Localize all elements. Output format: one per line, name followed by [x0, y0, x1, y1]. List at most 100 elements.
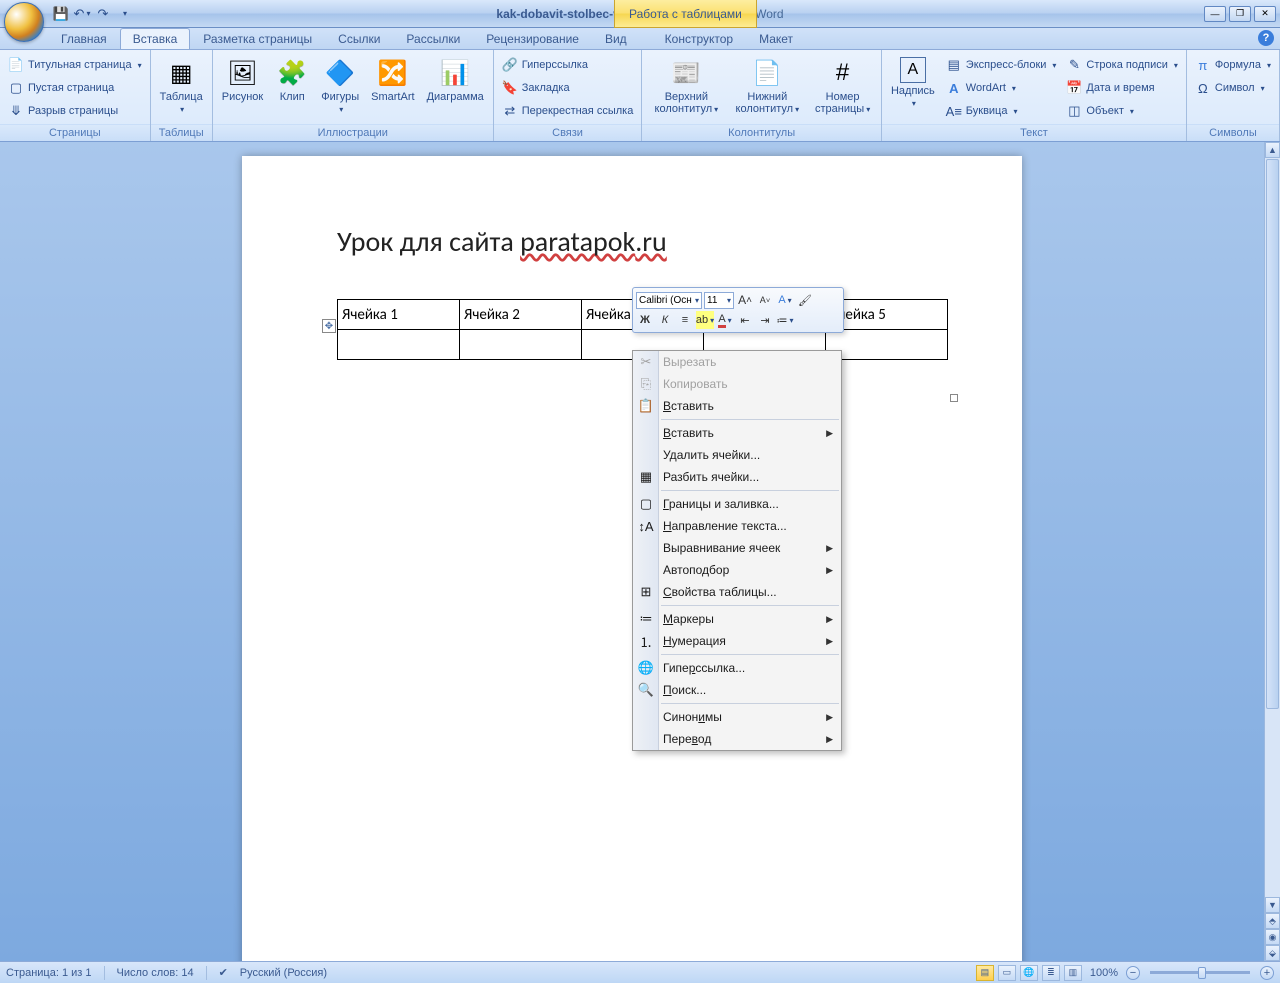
ctx-lookup[interactable]: 🔍Поиск...: [633, 679, 841, 701]
tab-table-design[interactable]: Конструктор: [652, 28, 746, 49]
page-break-button[interactable]: ⤋Разрыв страницы: [4, 100, 146, 122]
vertical-scrollbar[interactable]: ▲ ▼ ⬘ ◉ ⬙: [1264, 142, 1280, 961]
save-icon[interactable]: 💾: [52, 5, 70, 23]
qat-dropdown-icon[interactable]: ▾: [115, 5, 133, 23]
ctx-bullets[interactable]: ≔Маркеры▶: [633, 608, 841, 630]
signature-line-button[interactable]: ✎Строка подписи▾: [1062, 54, 1181, 76]
zoom-in-icon[interactable]: +: [1260, 966, 1274, 980]
ctx-autofit[interactable]: Автоподбор▶: [633, 559, 841, 581]
zoom-slider[interactable]: [1150, 971, 1250, 974]
full-screen-view-icon[interactable]: ▭: [998, 965, 1016, 981]
mini-font-combo[interactable]: Calibri (Осн▾: [636, 292, 702, 309]
status-word-count[interactable]: Число слов: 14: [117, 967, 194, 979]
browse-object-icon[interactable]: ◉: [1265, 929, 1280, 945]
object-button[interactable]: ◫Объект▾: [1062, 100, 1181, 122]
table-cell[interactable]: Ячейка 2: [460, 300, 582, 330]
tab-mailings[interactable]: Рассылки: [393, 28, 473, 49]
styles-icon[interactable]: A▾: [776, 291, 794, 309]
italic-icon[interactable]: К: [656, 311, 674, 329]
hyperlink-button[interactable]: 🔗Гиперссылка: [498, 54, 638, 76]
table-resize-handle-icon[interactable]: [950, 394, 958, 402]
cross-reference-button[interactable]: ⇄Перекрестная ссылка: [498, 100, 638, 122]
bullets-icon[interactable]: ≔▾: [776, 311, 794, 329]
textbox-button[interactable]: AНадпись▾: [886, 54, 940, 113]
tab-table-layout[interactable]: Макет: [746, 28, 806, 49]
equation-button[interactable]: πФормула▾: [1191, 54, 1275, 76]
ctx-paste[interactable]: 📋Вставить: [633, 395, 841, 417]
table-cell[interactable]: Ячейка 1: [338, 300, 460, 330]
zoom-slider-thumb[interactable]: [1198, 967, 1206, 979]
undo-icon[interactable]: ↶▾: [73, 5, 91, 23]
table-move-handle-icon[interactable]: ✥: [322, 319, 336, 333]
scroll-up-icon[interactable]: ▲: [1265, 142, 1280, 158]
increase-indent-icon[interactable]: ⇥: [756, 311, 774, 329]
ctx-synonyms[interactable]: Синонимы▶: [633, 706, 841, 728]
tab-home[interactable]: Главная: [48, 28, 120, 49]
mini-size-combo[interactable]: 11▾: [704, 292, 734, 309]
decrease-indent-icon[interactable]: ⇤: [736, 311, 754, 329]
picture-button[interactable]: 🖼Рисунок: [217, 54, 269, 106]
tab-references[interactable]: Ссылки: [325, 28, 393, 49]
bookmark-button[interactable]: 🔖Закладка: [498, 77, 638, 99]
ctx-table-properties[interactable]: ⊞Свойства таблицы...: [633, 581, 841, 603]
table-cell[interactable]: [826, 330, 948, 360]
grow-font-icon[interactable]: A˄: [736, 291, 754, 309]
clipart-button[interactable]: 🧩Клип: [270, 54, 314, 106]
office-button[interactable]: [4, 2, 44, 42]
page-number-button[interactable]: #Номер страницы▾: [808, 54, 877, 119]
bold-icon[interactable]: Ж: [636, 311, 654, 329]
format-painter-icon[interactable]: 🖌: [796, 291, 814, 309]
ctx-borders-shading[interactable]: ▢Границы и заливка...: [633, 493, 841, 515]
document-page[interactable]: Урок для сайта paratapok.ru ✥ Ячейка 1 Я…: [242, 156, 1022, 961]
symbol-button[interactable]: ΩСимвол▾: [1191, 77, 1275, 99]
shrink-font-icon[interactable]: A˅: [756, 291, 774, 309]
tab-insert[interactable]: Вставка: [120, 28, 191, 49]
blank-page-button[interactable]: ▢Пустая страница: [4, 77, 146, 99]
draft-view-icon[interactable]: ▥: [1064, 965, 1082, 981]
tab-page-layout[interactable]: Разметка страницы: [190, 28, 325, 49]
zoom-level[interactable]: 100%: [1090, 967, 1118, 979]
status-language[interactable]: Русский (Россия): [240, 967, 327, 979]
cover-page-button[interactable]: 📄Титульная страница▾: [4, 54, 146, 76]
ctx-hyperlink[interactable]: 🌐Гиперссылка...: [633, 657, 841, 679]
close-button[interactable]: ✕: [1254, 6, 1276, 22]
restore-button[interactable]: ❐: [1229, 6, 1251, 22]
shapes-button[interactable]: 🔷Фигуры▾: [316, 54, 364, 119]
table-cell[interactable]: [460, 330, 582, 360]
scroll-thumb[interactable]: [1266, 159, 1279, 709]
ctx-delete-cells[interactable]: Удалить ячейки...: [633, 444, 841, 466]
wordart-button[interactable]: AWordArt▾: [942, 77, 1061, 99]
ctx-translate[interactable]: Перевод▶: [633, 728, 841, 750]
tab-review[interactable]: Рецензирование: [473, 28, 592, 49]
prev-page-icon[interactable]: ⬘: [1265, 913, 1280, 929]
redo-icon[interactable]: ↷: [94, 5, 112, 23]
outline-view-icon[interactable]: ≣: [1042, 965, 1060, 981]
web-layout-view-icon[interactable]: 🌐: [1020, 965, 1038, 981]
date-time-button[interactable]: 📅Дата и время: [1062, 77, 1181, 99]
header-button[interactable]: 📰Верхний колонтитул▾: [646, 54, 726, 119]
minimize-button[interactable]: —: [1204, 6, 1226, 22]
next-page-icon[interactable]: ⬙: [1265, 945, 1280, 961]
dropcap-button[interactable]: A≡Буквица▾: [942, 100, 1061, 122]
ctx-insert[interactable]: Вставить▶: [633, 422, 841, 444]
footer-button[interactable]: 📄Нижний колонтитул▾: [728, 54, 806, 119]
smartart-button[interactable]: 🔀SmartArt: [366, 54, 419, 106]
chart-button[interactable]: 📊Диаграмма: [422, 54, 489, 106]
font-color-icon[interactable]: A▾: [716, 311, 734, 329]
highlight-icon[interactable]: ab▾: [696, 311, 714, 329]
ctx-numbering[interactable]: ⒈Нумерация▶: [633, 630, 841, 652]
ctx-text-direction[interactable]: ↕AНаправление текста...: [633, 515, 841, 537]
ctx-split-cells[interactable]: ▦Разбить ячейки...: [633, 466, 841, 488]
proofing-icon[interactable]: ✔: [219, 966, 228, 979]
status-page[interactable]: Страница: 1 из 1: [6, 967, 92, 979]
tab-view[interactable]: Вид: [592, 28, 640, 49]
center-icon[interactable]: ≡: [676, 311, 694, 329]
scroll-down-icon[interactable]: ▼: [1265, 897, 1280, 913]
table-button[interactable]: ▦ Таблица▾: [155, 54, 208, 119]
ctx-cell-alignment[interactable]: Выравнивание ячеек▶: [633, 537, 841, 559]
table-cell[interactable]: [338, 330, 460, 360]
quick-parts-button[interactable]: ▤Экспресс-блоки▾: [942, 54, 1061, 76]
zoom-out-icon[interactable]: −: [1126, 966, 1140, 980]
help-icon[interactable]: ?: [1258, 30, 1274, 46]
print-layout-view-icon[interactable]: ▤: [976, 965, 994, 981]
